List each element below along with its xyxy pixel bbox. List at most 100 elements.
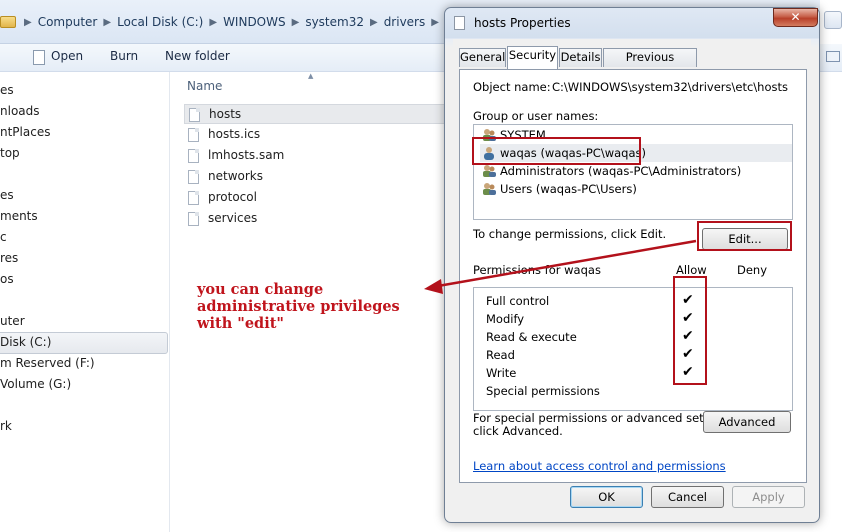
deny-header: Deny — [737, 263, 768, 277]
user-users[interactable]: Users (waqas-PC\Users) — [480, 180, 792, 198]
file-icon — [188, 212, 199, 226]
breadcrumb-system32[interactable]: system32 — [299, 15, 370, 29]
file-name: hosts.ics — [208, 127, 261, 141]
group-label: Group or user names: — [473, 109, 599, 123]
search-box[interactable] — [824, 11, 842, 29]
nav-item[interactable]: os — [0, 272, 14, 286]
close-icon: ✕ — [790, 10, 801, 24]
open-button[interactable]: Open — [51, 49, 83, 63]
nav-item[interactable]: top — [0, 146, 20, 160]
navigation-pane[interactable]: es nloads ntPlaces top es ments c res os uter Disk… — [0, 72, 170, 532]
permissions-header: Permissions for waqas — [473, 263, 601, 277]
edit-button[interactable]: Edit... — [702, 228, 788, 250]
document-icon — [454, 16, 465, 30]
file-icon — [188, 170, 199, 184]
file-row[interactable]: services — [184, 209, 454, 229]
chevron-right-icon[interactable]: ▶ — [103, 17, 111, 28]
file-row[interactable]: protocol — [184, 188, 454, 208]
chevron-right-icon[interactable]: ▶ — [292, 17, 300, 28]
permission-row: Read ✔ — [486, 346, 694, 362]
permission-row: Read & execute ✔ — [486, 328, 694, 344]
file-name: services — [208, 211, 258, 225]
view-options-icon[interactable] — [826, 51, 840, 62]
nav-item[interactable]: nloads — [0, 104, 40, 118]
user-administrators[interactable]: Administrators (waqas-PC\Administrators) — [480, 162, 792, 180]
file-row[interactable]: hosts.ics — [184, 125, 454, 145]
file-name: hosts — [209, 107, 242, 121]
checkmark-icon: ✔ — [682, 310, 694, 326]
nav-item[interactable]: ntPlaces — [0, 125, 50, 139]
checkmark-icon: ✔ — [682, 328, 694, 344]
nav-item[interactable]: uter — [0, 314, 25, 328]
permission-row: Special permissions — [486, 384, 600, 398]
permission-row: Full control ✔ — [486, 292, 694, 308]
window-edge — [820, 0, 842, 532]
special-permissions-text-2: click Advanced. — [473, 424, 563, 438]
file-name: lmhosts.sam — [208, 148, 285, 162]
user-icon — [482, 146, 496, 160]
user-group-icon — [482, 128, 496, 142]
nav-item[interactable]: ments — [0, 209, 38, 223]
folder-icon — [0, 16, 16, 28]
close-button[interactable]: ✕ — [773, 8, 818, 27]
annotation-text: you can change administrative privileges… — [197, 281, 400, 332]
breadcrumb: ▶ Computer ▶ Local Disk (C:) ▶ WINDOWS ▶… — [0, 11, 470, 33]
column-header-name[interactable]: Name — [187, 79, 222, 93]
file-row[interactable]: networks — [184, 167, 454, 187]
user-system[interactable]: SYSTEM — [480, 126, 792, 144]
object-name-value: C:\WINDOWS\system32\drivers\etc\hosts — [552, 80, 788, 94]
sort-up-icon: ▲ — [308, 72, 314, 80]
breadcrumb-local-disk[interactable]: Local Disk (C:) — [111, 15, 209, 29]
document-icon — [33, 50, 45, 65]
chevron-right-icon[interactable]: ▶ — [431, 17, 439, 28]
chevron-right-icon[interactable]: ▶ — [370, 17, 378, 28]
user-group-icon — [482, 164, 496, 178]
nav-item[interactable]: c — [0, 230, 7, 244]
burn-button[interactable]: Burn — [110, 49, 138, 63]
learn-more-link[interactable]: Learn about access control and permissio… — [473, 459, 726, 473]
tab-general[interactable]: General — [459, 48, 506, 67]
tab-previous-versions[interactable]: Previous Versions — [603, 48, 697, 81]
nav-item[interactable]: es — [0, 188, 14, 202]
tab-security[interactable]: Security — [507, 46, 558, 69]
chevron-right-icon[interactable]: ▶ — [209, 17, 217, 28]
change-permissions-text: To change permissions, click Edit. — [473, 227, 667, 241]
user-list[interactable]: SYSTEM waqas (waqas-PC\waqas) Administra… — [473, 124, 793, 220]
file-icon — [188, 191, 199, 205]
user-group-icon — [482, 182, 496, 196]
file-row[interactable]: hosts — [184, 104, 454, 124]
dialog-title: hosts Properties — [474, 16, 571, 30]
breadcrumb-drivers[interactable]: drivers — [378, 15, 432, 29]
checkmark-icon: ✔ — [682, 346, 694, 362]
nav-item[interactable]: rk — [0, 419, 12, 433]
object-name-label: Object name: — [473, 80, 551, 94]
breadcrumb-computer[interactable]: Computer — [32, 15, 104, 29]
file-icon — [189, 108, 200, 122]
advanced-button[interactable]: Advanced — [703, 411, 791, 433]
allow-header: Allow — [676, 263, 707, 277]
file-row[interactable]: lmhosts.sam — [184, 146, 454, 166]
file-name: protocol — [208, 190, 257, 204]
nav-item[interactable]: m Reserved (F:) — [0, 356, 95, 370]
properties-dialog: hosts Properties ✕ General Security Deta… — [444, 7, 820, 523]
user-waqas[interactable]: waqas (waqas-PC\waqas) — [480, 144, 792, 162]
checkmark-icon: ✔ — [682, 292, 694, 308]
chevron-right-icon[interactable]: ▶ — [24, 17, 32, 28]
file-icon — [188, 149, 199, 163]
file-name: networks — [208, 169, 263, 183]
apply-button[interactable]: Apply — [732, 486, 805, 508]
nav-item[interactable]: Disk (C:) — [0, 335, 51, 349]
cancel-button[interactable]: Cancel — [651, 486, 724, 508]
nav-item[interactable]: Volume (G:) — [0, 377, 71, 391]
permission-row: Write ✔ — [486, 364, 694, 380]
permissions-list: Full control ✔ Modify ✔ Read & execute ✔… — [473, 287, 793, 411]
new-folder-button[interactable]: New folder — [165, 49, 230, 63]
breadcrumb-windows[interactable]: WINDOWS — [217, 15, 292, 29]
tab-details[interactable]: Details — [559, 48, 602, 67]
file-icon — [188, 128, 199, 142]
nav-item[interactable]: res — [0, 251, 18, 265]
nav-item[interactable]: es — [0, 83, 14, 97]
checkmark-icon: ✔ — [682, 364, 694, 380]
ok-button[interactable]: OK — [570, 486, 643, 508]
special-permissions-text: For special permissions or advanced sett… — [473, 411, 736, 425]
